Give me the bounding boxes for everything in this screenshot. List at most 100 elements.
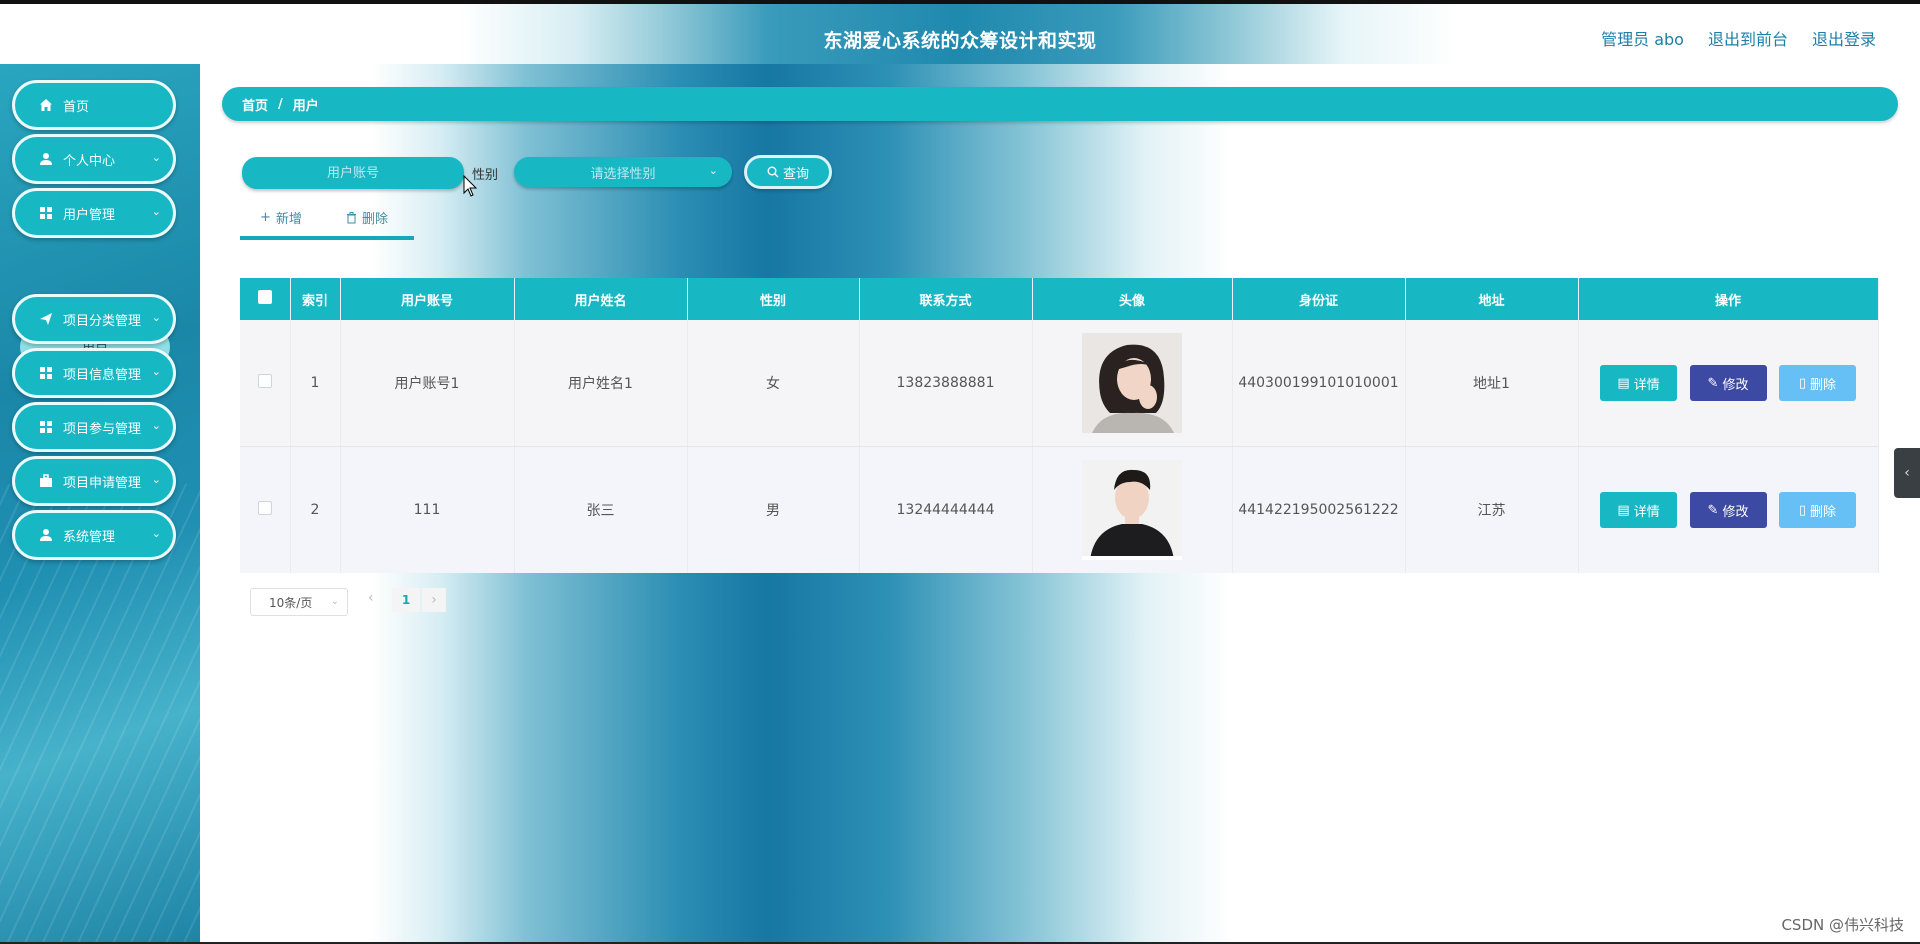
sidebar-item-system[interactable]: 系统管理 ⌄ — [12, 510, 176, 560]
pencil-icon: ✎ — [1707, 502, 1719, 518]
column-header: 用户姓名 — [514, 278, 688, 320]
home-icon — [40, 99, 52, 111]
chevron-down-icon: ⌄ — [151, 527, 161, 540]
chevron-down-icon: ⌄ — [151, 151, 161, 164]
cell-name: 用户姓名1 — [514, 320, 688, 447]
row-checkbox[interactable] — [257, 374, 272, 388]
cell-account: 111 — [340, 446, 515, 573]
delete-button[interactable]: ▯ 删除 — [1778, 365, 1856, 401]
sidebar-item-user-management[interactable]: 用户管理 ⌄ — [12, 188, 176, 238]
add-button[interactable]: + 新增 — [260, 208, 302, 227]
mouse-cursor-icon — [463, 175, 478, 197]
cell-idcard: 441422195002561222 — [1232, 446, 1406, 573]
edit-button-label: 修改 — [1722, 504, 1749, 520]
grid-icon — [40, 421, 52, 433]
table-header-row: 索引 用户账号 用户姓名 性别 联系方式 头像 身份证 地址 操作 — [240, 278, 1879, 320]
next-page-button[interactable]: › — [422, 588, 446, 612]
cell-phone: 13823888881 — [859, 320, 1033, 447]
logout-link[interactable]: 退出登录 — [1812, 26, 1876, 50]
account-search-input[interactable] — [242, 157, 464, 189]
sidebar-item-label: 用户管理 — [63, 207, 116, 223]
chevron-down-icon: ⌄ — [151, 365, 161, 378]
edit-button[interactable]: ✎ 修改 — [1689, 365, 1767, 401]
sidebar-item-home[interactable]: 首页 — [12, 80, 176, 130]
user-icon — [40, 153, 52, 165]
column-header: 头像 — [1032, 278, 1233, 320]
document-icon: ▤ — [1617, 375, 1630, 391]
sidebar-item-project-category[interactable]: 项目分类管理 ⌄ — [12, 294, 176, 344]
delete-button-label: 删除 — [1810, 504, 1837, 520]
detail-button[interactable]: ▤ 详情 — [1600, 492, 1678, 528]
chevron-down-icon: ⌄ — [151, 473, 161, 486]
detail-button[interactable]: ▤ 详情 — [1600, 365, 1678, 401]
cell-avatar — [1032, 320, 1233, 447]
chevron-down-icon: ⌄ — [151, 311, 161, 324]
page-number-current[interactable]: 1 — [392, 588, 420, 612]
page-size-select[interactable]: 10条/页 ⌄ — [250, 588, 348, 616]
chevron-left-icon: ‹ — [1904, 465, 1910, 481]
cell-address: 地址1 — [1405, 320, 1579, 447]
sidebar: 首页 个人中心 ⌄ 用户管理 ⌄ 用户 项目分类管理 ⌄ 项目信息管理 ⌄ 项目… — [0, 64, 200, 944]
add-button-label: 新增 — [275, 212, 302, 227]
sex-select[interactable]: 请选择性别 ⌄ — [514, 157, 732, 187]
detail-button-label: 详情 — [1633, 377, 1660, 393]
delete-button-label: 删除 — [1810, 377, 1837, 393]
column-header: 地址 — [1405, 278, 1579, 320]
select-all-checkbox-cell[interactable] — [240, 278, 291, 320]
cell-sex: 女 — [687, 320, 860, 447]
batch-delete-label: 删除 — [362, 212, 389, 227]
sidebar-item-project-info[interactable]: 项目信息管理 ⌄ — [12, 348, 176, 398]
send-icon — [40, 313, 52, 325]
admin-user-link[interactable]: 管理员 abo — [1601, 26, 1684, 50]
batch-delete-button[interactable]: 删除 — [346, 208, 388, 227]
sidebar-item-label: 系统管理 — [63, 529, 116, 545]
plus-icon: + — [260, 210, 271, 225]
prev-page-button[interactable]: ‹ — [368, 590, 374, 606]
column-header: 用户账号 — [340, 278, 515, 320]
column-header: 索引 — [290, 278, 341, 320]
row-checkbox-cell[interactable] — [240, 446, 291, 573]
cell-address: 江苏 — [1405, 446, 1579, 573]
table-row: 1 用户账号1 用户姓名1 女 13823888881 440300199101… — [240, 320, 1879, 447]
cell-account: 用户账号1 — [340, 320, 515, 447]
query-button[interactable]: 查询 — [744, 155, 832, 189]
chevron-down-icon: ⌄ — [151, 419, 161, 432]
select-all-checkbox[interactable] — [257, 290, 272, 304]
sidebar-item-label: 项目信息管理 — [63, 367, 142, 383]
sidebar-item-project-participation[interactable]: 项目参与管理 ⌄ — [12, 402, 176, 452]
sidebar-item-project-application[interactable]: 项目申请管理 ⌄ — [12, 456, 176, 506]
cell-idcard: 440300199101010001 — [1232, 320, 1406, 447]
collapse-panel-tab[interactable]: ‹ — [1894, 448, 1920, 498]
row-checkbox[interactable] — [257, 501, 272, 515]
watermark: CSDN @伟兴科技 — [1781, 916, 1904, 934]
sidebar-item-label: 首页 — [63, 99, 90, 115]
sidebar-item-label: 项目申请管理 — [63, 475, 142, 491]
edit-button-label: 修改 — [1722, 377, 1749, 393]
table-row: 2 111 张三 男 13244444444 44142219500256122… — [240, 446, 1879, 573]
breadcrumb-home[interactable]: 首页 — [242, 95, 268, 114]
cell-name: 张三 — [514, 446, 688, 573]
edit-button[interactable]: ✎ 修改 — [1689, 492, 1767, 528]
column-header: 操作 — [1578, 278, 1879, 320]
detail-button-label: 详情 — [1633, 504, 1660, 520]
cell-index: 2 — [290, 446, 341, 573]
page-size-value: 10条/页 — [269, 595, 313, 610]
cell-index: 1 — [290, 320, 341, 447]
query-button-label: 查询 — [782, 166, 809, 182]
chevron-down-icon: ⌄ — [330, 596, 339, 607]
header-links: 管理员 abo 退出到前台 退出登录 — [1601, 26, 1876, 50]
column-header: 性别 — [687, 278, 860, 320]
delete-button[interactable]: ▯ 删除 — [1778, 492, 1856, 528]
cell-actions: ▤ 详情 ✎ 修改 ▯ 删除 — [1578, 446, 1879, 573]
sidebar-item-personal-center[interactable]: 个人中心 ⌄ — [12, 134, 176, 184]
grid-icon — [40, 207, 52, 219]
sidebar-item-label: 项目分类管理 — [63, 313, 142, 329]
breadcrumb: 首页 / 用户 — [222, 87, 1898, 121]
user-icon — [40, 529, 52, 541]
briefcase-icon — [40, 474, 52, 487]
user-table: 索引 用户账号 用户姓名 性别 联系方式 头像 身份证 地址 操作 1 用户账号… — [240, 278, 1879, 573]
cell-phone: 13244444444 — [859, 446, 1033, 573]
back-to-frontend-link[interactable]: 退出到前台 — [1708, 26, 1788, 50]
row-checkbox-cell[interactable] — [240, 320, 291, 447]
cell-actions: ▤ 详情 ✎ 修改 ▯ 删除 — [1578, 320, 1879, 447]
